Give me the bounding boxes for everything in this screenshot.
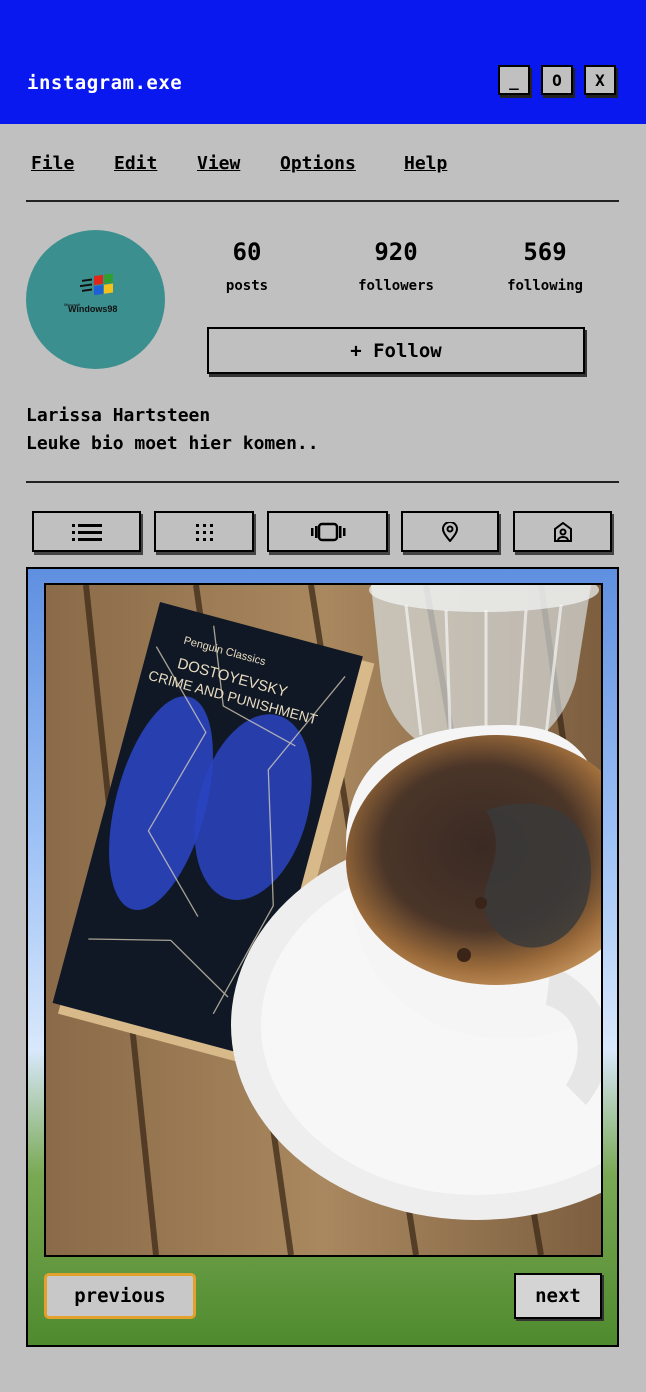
follow-button[interactable]: + Follow bbox=[207, 327, 585, 374]
post-image: Penguin Classics DOSTOYEVSKY CRIME AND P… bbox=[46, 585, 601, 1255]
tab-list[interactable] bbox=[32, 511, 141, 552]
profile-bio: Leuke bio moet hier komen.. bbox=[26, 433, 319, 454]
close-button[interactable]: X bbox=[584, 65, 616, 95]
menu-help[interactable]: Help bbox=[404, 153, 447, 174]
stat-posts-label: posts bbox=[225, 278, 269, 294]
window-title: instagram.exe bbox=[27, 72, 183, 94]
stat-following[interactable]: 569 following bbox=[485, 238, 605, 294]
windows98-logo-icon: Microsoft Windows98 bbox=[64, 273, 117, 314]
menu-view[interactable]: View bbox=[197, 153, 240, 174]
post-photo[interactable]: Penguin Classics DOSTOYEVSKY CRIME AND P… bbox=[44, 583, 603, 1257]
stat-following-label: following bbox=[507, 278, 583, 294]
menu-edit[interactable]: Edit bbox=[114, 153, 157, 174]
location-icon bbox=[441, 521, 459, 542]
stat-following-value: 569 bbox=[523, 238, 567, 266]
title-bar: instagram.exe _ O X bbox=[0, 0, 646, 124]
tab-location[interactable] bbox=[401, 511, 499, 552]
svg-text:Windows98: Windows98 bbox=[68, 304, 117, 314]
reels-icon bbox=[310, 522, 345, 541]
next-button[interactable]: next bbox=[514, 1273, 602, 1319]
stat-posts[interactable]: 60 posts bbox=[187, 238, 307, 294]
stat-followers[interactable]: 920 followers bbox=[336, 238, 456, 294]
grid-icon bbox=[196, 523, 213, 541]
tagged-icon bbox=[553, 521, 572, 542]
previous-button[interactable]: previous bbox=[44, 1273, 196, 1319]
menu-file[interactable]: File bbox=[31, 153, 74, 174]
tab-tagged[interactable] bbox=[513, 511, 612, 552]
post-viewer: Penguin Classics DOSTOYEVSKY CRIME AND P… bbox=[26, 567, 619, 1347]
divider bbox=[26, 200, 619, 202]
tab-reels[interactable] bbox=[267, 511, 388, 552]
divider bbox=[26, 481, 619, 483]
stat-followers-value: 920 bbox=[374, 238, 418, 266]
tab-grid[interactable] bbox=[154, 511, 254, 552]
maximize-button[interactable]: O bbox=[541, 65, 573, 95]
stat-posts-value: 60 bbox=[232, 238, 262, 266]
stat-followers-label: followers bbox=[358, 278, 434, 294]
menu-options[interactable]: Options bbox=[280, 153, 356, 174]
profile-name: Larissa Hartsteen bbox=[26, 405, 211, 426]
list-icon bbox=[71, 523, 102, 541]
minimize-button[interactable]: _ bbox=[498, 65, 530, 95]
avatar[interactable]: Microsoft Windows98 bbox=[26, 230, 165, 369]
